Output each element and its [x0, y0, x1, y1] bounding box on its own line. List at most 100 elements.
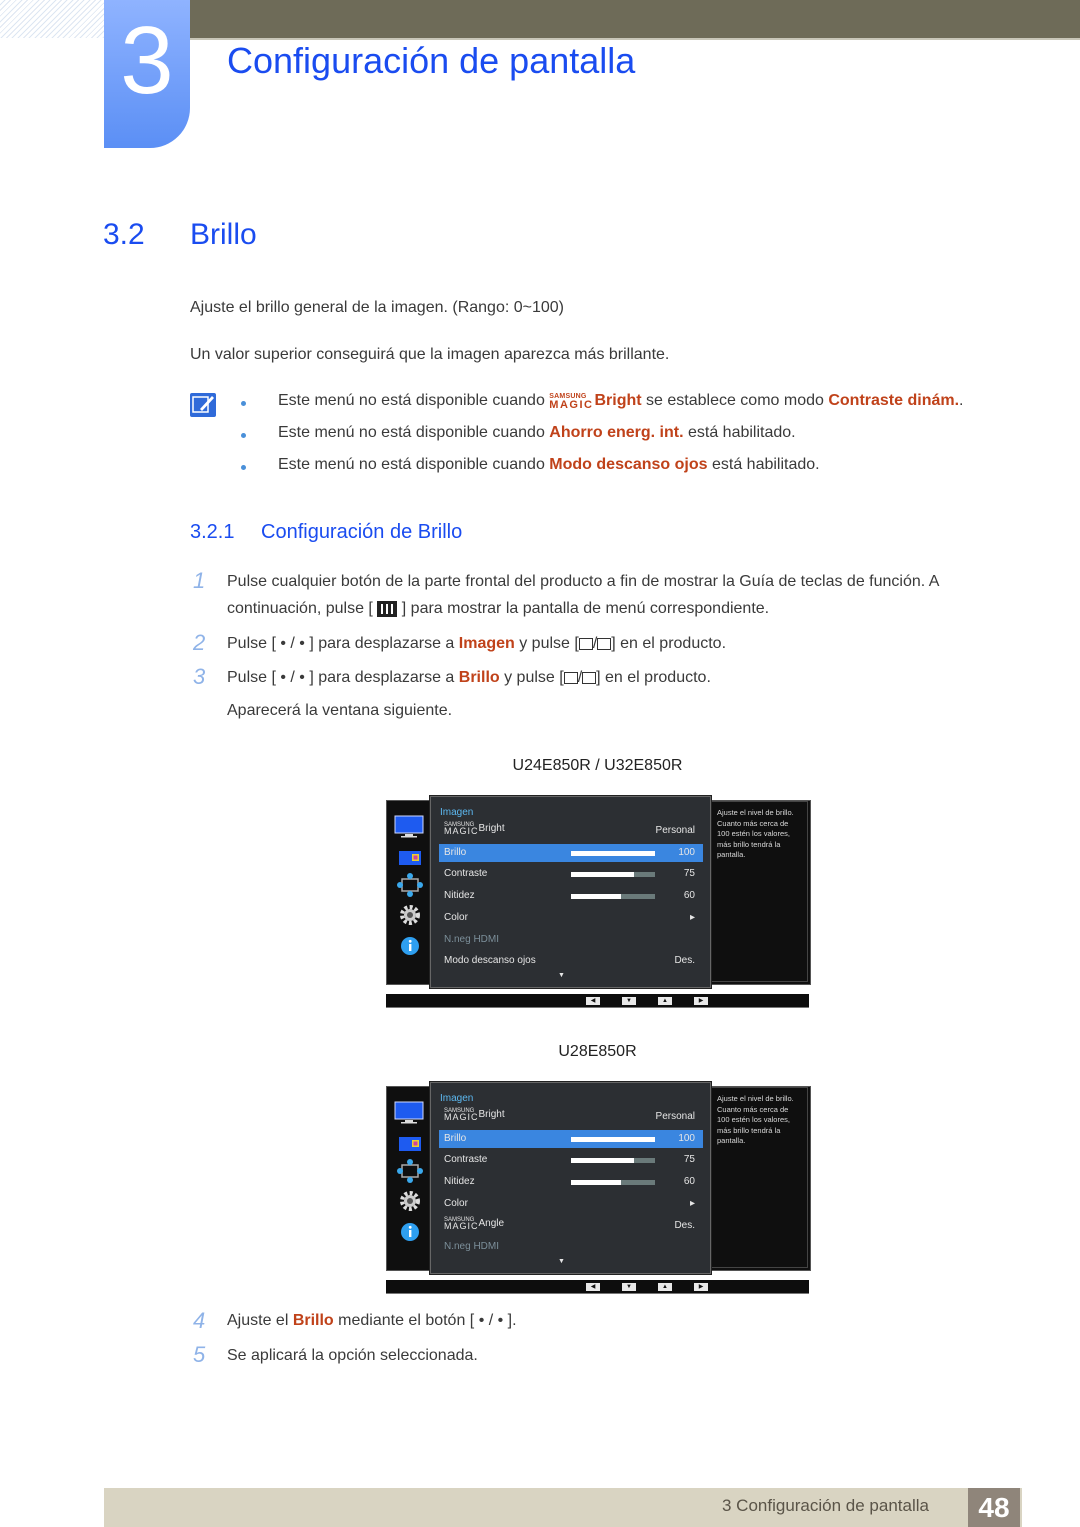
osd-menu-item[interactable]: N.neg HDMI — [439, 931, 703, 949]
note-text: . — [959, 392, 964, 409]
step-text-part: y pulse [ — [499, 669, 564, 686]
osd-level-bar[interactable] — [571, 1180, 655, 1186]
osd-item-value: 75 — [683, 1154, 695, 1166]
osd-item-value: 75 — [683, 868, 695, 880]
model-label: U24E850R / U32E850R — [512, 757, 683, 774]
note-text: está habilitado. — [683, 424, 796, 441]
osd-level-bar[interactable] — [571, 872, 655, 878]
osd-item-text: Bright — [478, 823, 505, 834]
header-hatch-decoration — [0, 0, 104, 38]
scroll-down-icon[interactable]: ▼ — [558, 972, 565, 979]
osd-item-text: N.neg HDMI — [444, 933, 500, 945]
osd-item-text: Color — [444, 911, 468, 923]
osd-item-text: Modo descanso ojos — [444, 955, 536, 967]
osd-menu-panel: Imagen SAMSUNG MAGIC Bright Personal Brillo 1… — [430, 796, 711, 988]
step-text-part: mediante el botón [ • / • ]. — [333, 1312, 517, 1329]
chapter-title: Configuración de pantalla — [227, 40, 636, 81]
osd-item-value: ▸ — [689, 911, 695, 923]
osd-menu-item[interactable]: Color ▸ — [439, 909, 703, 927]
osd-level-fill — [571, 1180, 622, 1186]
nav-right-button[interactable]: ▶ — [694, 1283, 708, 1291]
size-position-icon[interactable] — [397, 872, 423, 898]
osd-item-value: 100 — [678, 1132, 695, 1144]
step-highlight: Brillo — [292, 1312, 334, 1329]
onscreen-display-icon[interactable] — [399, 1137, 421, 1151]
osd-menu-item[interactable]: SAMSUNG MAGIC Bright Personal — [439, 822, 703, 840]
nav-left-button[interactable]: ◀ — [586, 997, 600, 1005]
note-highlight: Bright — [594, 392, 642, 409]
settings-gear-icon[interactable] — [399, 1190, 421, 1212]
osd-sidebar — [392, 815, 428, 985]
step-text-part: ] en el producto. — [596, 669, 711, 686]
osd-menu-item[interactable]: Nitidez 60 — [439, 887, 703, 905]
note-highlight: Contraste dinám. — [828, 392, 960, 409]
magic-bottom: MAGIC — [549, 398, 594, 411]
osd-level-bar[interactable] — [571, 1158, 655, 1164]
scroll-down-icon[interactable]: ▼ — [558, 1258, 565, 1265]
step-text: Se aplicará la opción seleccionada. — [227, 1347, 478, 1364]
osd-item-value: 60 — [683, 890, 695, 902]
step-text: Pulse [ • / • ] para desplazarse a Image… — [227, 635, 727, 652]
osd-menu-item[interactable]: Brillo 100 — [439, 843, 703, 862]
intro-paragraph: Ajuste el brillo general de la imagen. (… — [190, 299, 565, 316]
info-icon[interactable] — [400, 936, 420, 956]
osd-menu-title: Imagen — [440, 1093, 474, 1104]
step-text: Aparecerá la ventana siguiente. — [227, 702, 453, 719]
osd-item-label: SAMSUNG MAGIC Bright — [444, 822, 505, 836]
step-number: 2 — [193, 630, 206, 655]
settings-gear-icon[interactable] — [399, 904, 421, 926]
osd-level-bar[interactable] — [571, 894, 655, 900]
osd-level-fill — [571, 850, 655, 856]
source-button-icon — [578, 637, 593, 650]
osd-item-text: Brillo — [444, 846, 467, 858]
nav-down-button[interactable]: ▼ — [622, 1283, 636, 1291]
step-text: Ajuste el Brillo mediante el botón [ • /… — [227, 1312, 517, 1330]
osd-menu-item[interactable]: SAMSUNG MAGIC Angle Des. — [439, 1217, 703, 1235]
size-position-icon[interactable] — [397, 1158, 423, 1184]
osd-menu-item[interactable]: Brillo 100 — [439, 1129, 703, 1148]
osd-menu-item[interactable]: Modo descanso ojos Des. — [439, 952, 703, 970]
onscreen-display-icon[interactable] — [399, 851, 421, 865]
osd-item-label: Modo descanso ojos — [444, 955, 536, 966]
osd-item-label: N.neg HDMI — [444, 1241, 499, 1252]
note-item: Este menú no está disponible cuando Modo… — [278, 456, 820, 474]
source-button-icon — [563, 671, 578, 684]
nav-up-button[interactable]: ▲ — [658, 997, 672, 1005]
subsection-title: Configuración de Brillo — [261, 521, 463, 543]
magic-bottom: MAGIC — [444, 1220, 479, 1231]
nav-up-button[interactable]: ▲ — [658, 1283, 672, 1291]
note-text: se establece como modo — [641, 392, 829, 409]
nav-right-button[interactable]: ▶ — [694, 997, 708, 1005]
osd-menu-item[interactable]: N.neg HDMI — [439, 1238, 703, 1256]
osd-level-bar[interactable] — [571, 1136, 655, 1142]
osd-menu-item[interactable]: Color ▸ — [439, 1195, 703, 1213]
osd-level-fill — [571, 1158, 634, 1164]
osd-level-fill — [571, 1136, 655, 1142]
osd-menu-item[interactable]: Contraste 75 — [439, 1151, 703, 1169]
osd-menu-item[interactable]: Contraste 75 — [439, 865, 703, 883]
step-number: 5 — [193, 1342, 206, 1367]
osd-menu-item[interactable]: SAMSUNG MAGIC Bright Personal — [439, 1108, 703, 1126]
info-icon[interactable] — [400, 1222, 420, 1242]
nav-left-button[interactable]: ◀ — [586, 1283, 600, 1291]
osd-menu-item[interactable]: Nitidez 60 — [439, 1173, 703, 1191]
subsection-number: 3.2.1 — [190, 521, 235, 543]
model-label: U28E850R — [558, 1043, 637, 1060]
picture-icon[interactable] — [394, 1101, 424, 1125]
intro-paragraph: Un valor superior conseguirá que la imag… — [190, 346, 670, 363]
note-pencil-icon — [190, 393, 216, 417]
osd-item-label: Nitidez — [444, 1176, 475, 1187]
osd-item-text: Contraste — [444, 868, 488, 880]
osd-menu-title: Imagen — [440, 807, 474, 818]
step-text: Pulse cualquier botón de la parte fronta… — [227, 573, 940, 590]
osd-item-label: SAMSUNG MAGIC Angle — [444, 1217, 504, 1231]
bullet-icon — [241, 401, 246, 406]
nav-down-button[interactable]: ▼ — [622, 997, 636, 1005]
osd-item-value: 60 — [683, 1176, 695, 1188]
samsung-magic-logo: SAMSUNG MAGIC — [549, 393, 594, 411]
osd-level-fill — [571, 894, 622, 900]
osd-level-bar[interactable] — [571, 850, 655, 856]
picture-icon[interactable] — [394, 815, 424, 839]
note-highlight: Modo descanso ojos — [549, 456, 708, 473]
bullet-icon — [241, 465, 246, 470]
